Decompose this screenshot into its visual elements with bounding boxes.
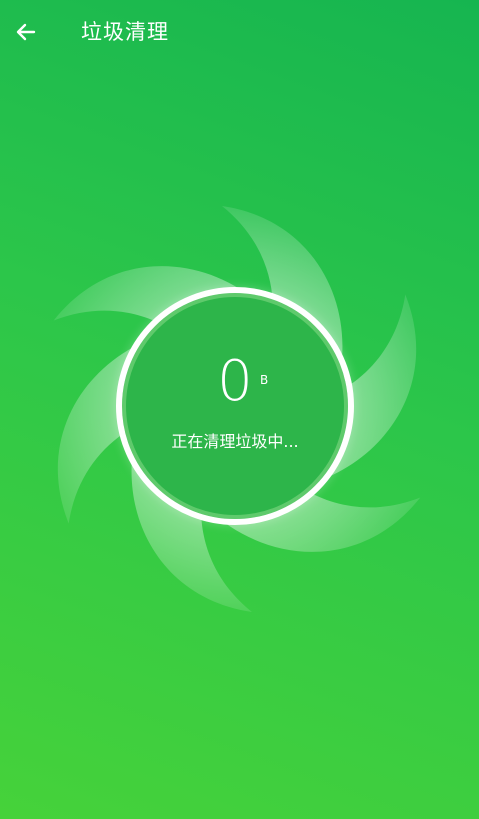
scan-status-text: 正在清理垃圾中... <box>171 432 299 451</box>
scan-progress-circle: 0 B 正在清理垃圾中... <box>116 287 354 525</box>
junk-size-value: 0 <box>217 349 253 414</box>
junk-size-unit: B <box>260 373 269 387</box>
